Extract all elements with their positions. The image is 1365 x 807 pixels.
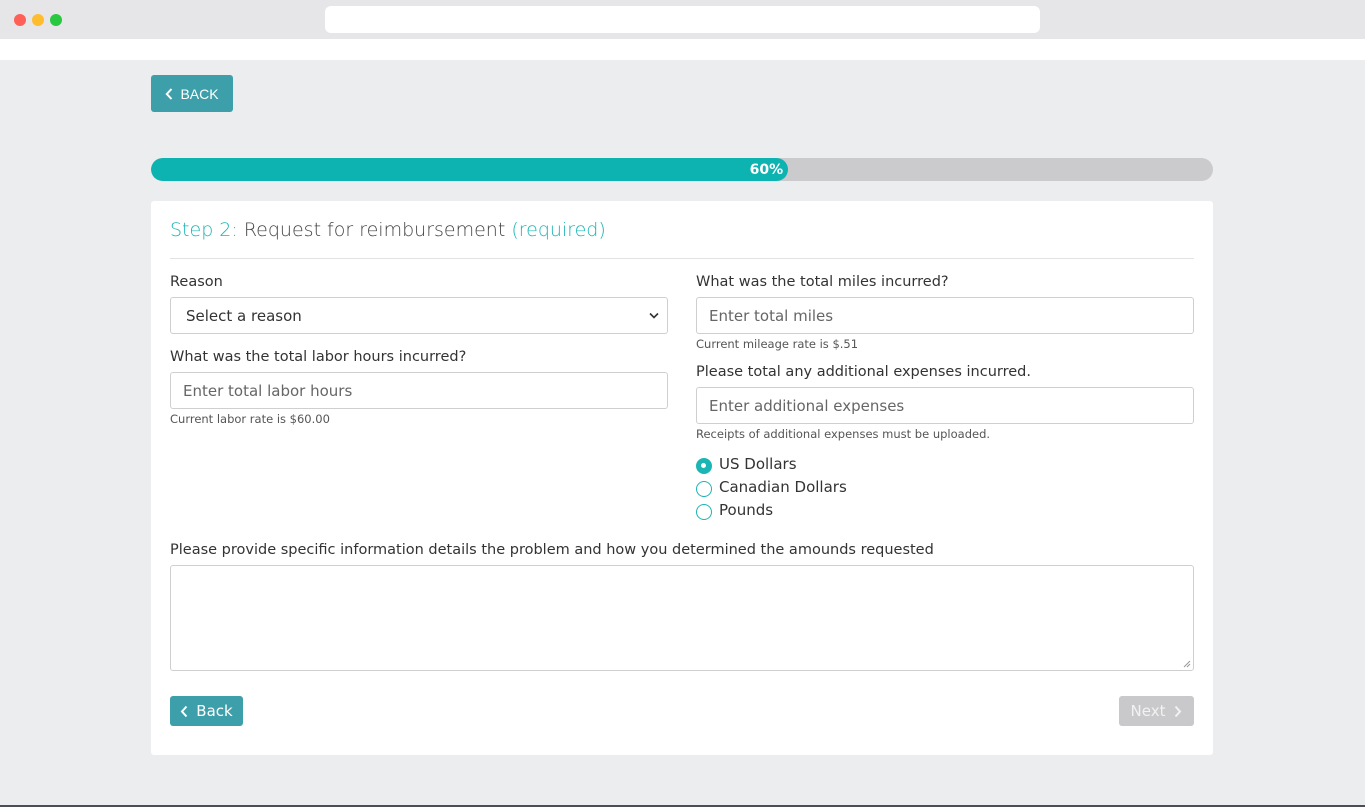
currency-option-label: Pounds xyxy=(719,500,774,519)
reason-label: Reason xyxy=(170,274,223,290)
currency-option-label: US Dollars xyxy=(719,454,797,473)
reason-select[interactable]: Select a reason xyxy=(170,297,668,334)
top-back-button[interactable]: BACK xyxy=(151,75,233,112)
top-back-label: BACK xyxy=(180,85,219,102)
browser-chrome xyxy=(0,0,1365,39)
progress-fill: 60% xyxy=(151,158,789,181)
expenses-input[interactable]: Enter additional expenses xyxy=(696,387,1194,424)
close-window-button[interactable] xyxy=(14,14,26,26)
chevron-left-icon xyxy=(165,87,173,100)
maximize-window-button[interactable] xyxy=(50,14,62,26)
labor-rate-help: Current labor rate is $60.00 xyxy=(170,412,330,426)
chevron-right-icon xyxy=(1175,705,1182,717)
miles-placeholder: Enter total miles xyxy=(709,306,834,325)
currency-pounds[interactable]: Pounds xyxy=(696,499,773,520)
resize-grip-icon[interactable] xyxy=(1183,660,1191,668)
expenses-placeholder: Enter additional expenses xyxy=(709,396,905,415)
miles-input[interactable]: Enter total miles xyxy=(696,297,1194,334)
back-button[interactable]: Back xyxy=(170,696,243,726)
labor-label: What was the total labor hours incurred? xyxy=(170,349,467,365)
minimize-window-button[interactable] xyxy=(32,14,44,26)
address-bar[interactable] xyxy=(325,6,1040,33)
radio-button[interactable] xyxy=(696,458,712,474)
currency-option-label: Canadian Dollars xyxy=(719,477,847,496)
step-title-text: Request for reimbursement xyxy=(237,219,512,241)
labor-placeholder: Enter total labor hours xyxy=(183,381,353,400)
next-button[interactable]: Next xyxy=(1119,696,1194,726)
mileage-rate-help: Current mileage rate is $.51 xyxy=(696,337,859,351)
back-button-label: Back xyxy=(196,702,233,720)
page-top-strip xyxy=(0,39,1365,60)
progress-bar: 60% xyxy=(151,158,1213,181)
step-required: (required) xyxy=(511,219,606,241)
currency-us-dollars[interactable]: US Dollars xyxy=(696,453,797,474)
radio-button[interactable] xyxy=(696,481,712,497)
step-prefix: Step 2: xyxy=(170,219,238,241)
radio-button[interactable] xyxy=(696,504,712,520)
form-card: Step 2: Request for reimbursement (requi… xyxy=(151,201,1213,755)
progress-label: 60% xyxy=(749,162,784,178)
browser-window: BACK 60% Step 2: Request for reimburseme… xyxy=(0,0,1365,805)
expenses-label: Please total any additional expenses inc… xyxy=(696,364,1031,380)
chevron-down-icon xyxy=(649,312,659,319)
details-textarea[interactable] xyxy=(170,565,1194,671)
currency-canadian-dollars[interactable]: Canadian Dollars xyxy=(696,476,847,497)
details-label: Please provide specific information deta… xyxy=(170,542,934,558)
chevron-left-icon xyxy=(180,705,188,717)
miles-label: What was the total miles incurred? xyxy=(696,274,949,290)
reason-selected: Select a reason xyxy=(186,306,302,325)
next-button-label: Next xyxy=(1130,702,1166,720)
title-divider xyxy=(170,258,1194,259)
step-title: Step 2: Request for reimbursement (requi… xyxy=(170,219,606,241)
expenses-help: Receipts of additional expenses must be … xyxy=(696,427,991,441)
labor-hours-input[interactable]: Enter total labor hours xyxy=(170,372,668,409)
